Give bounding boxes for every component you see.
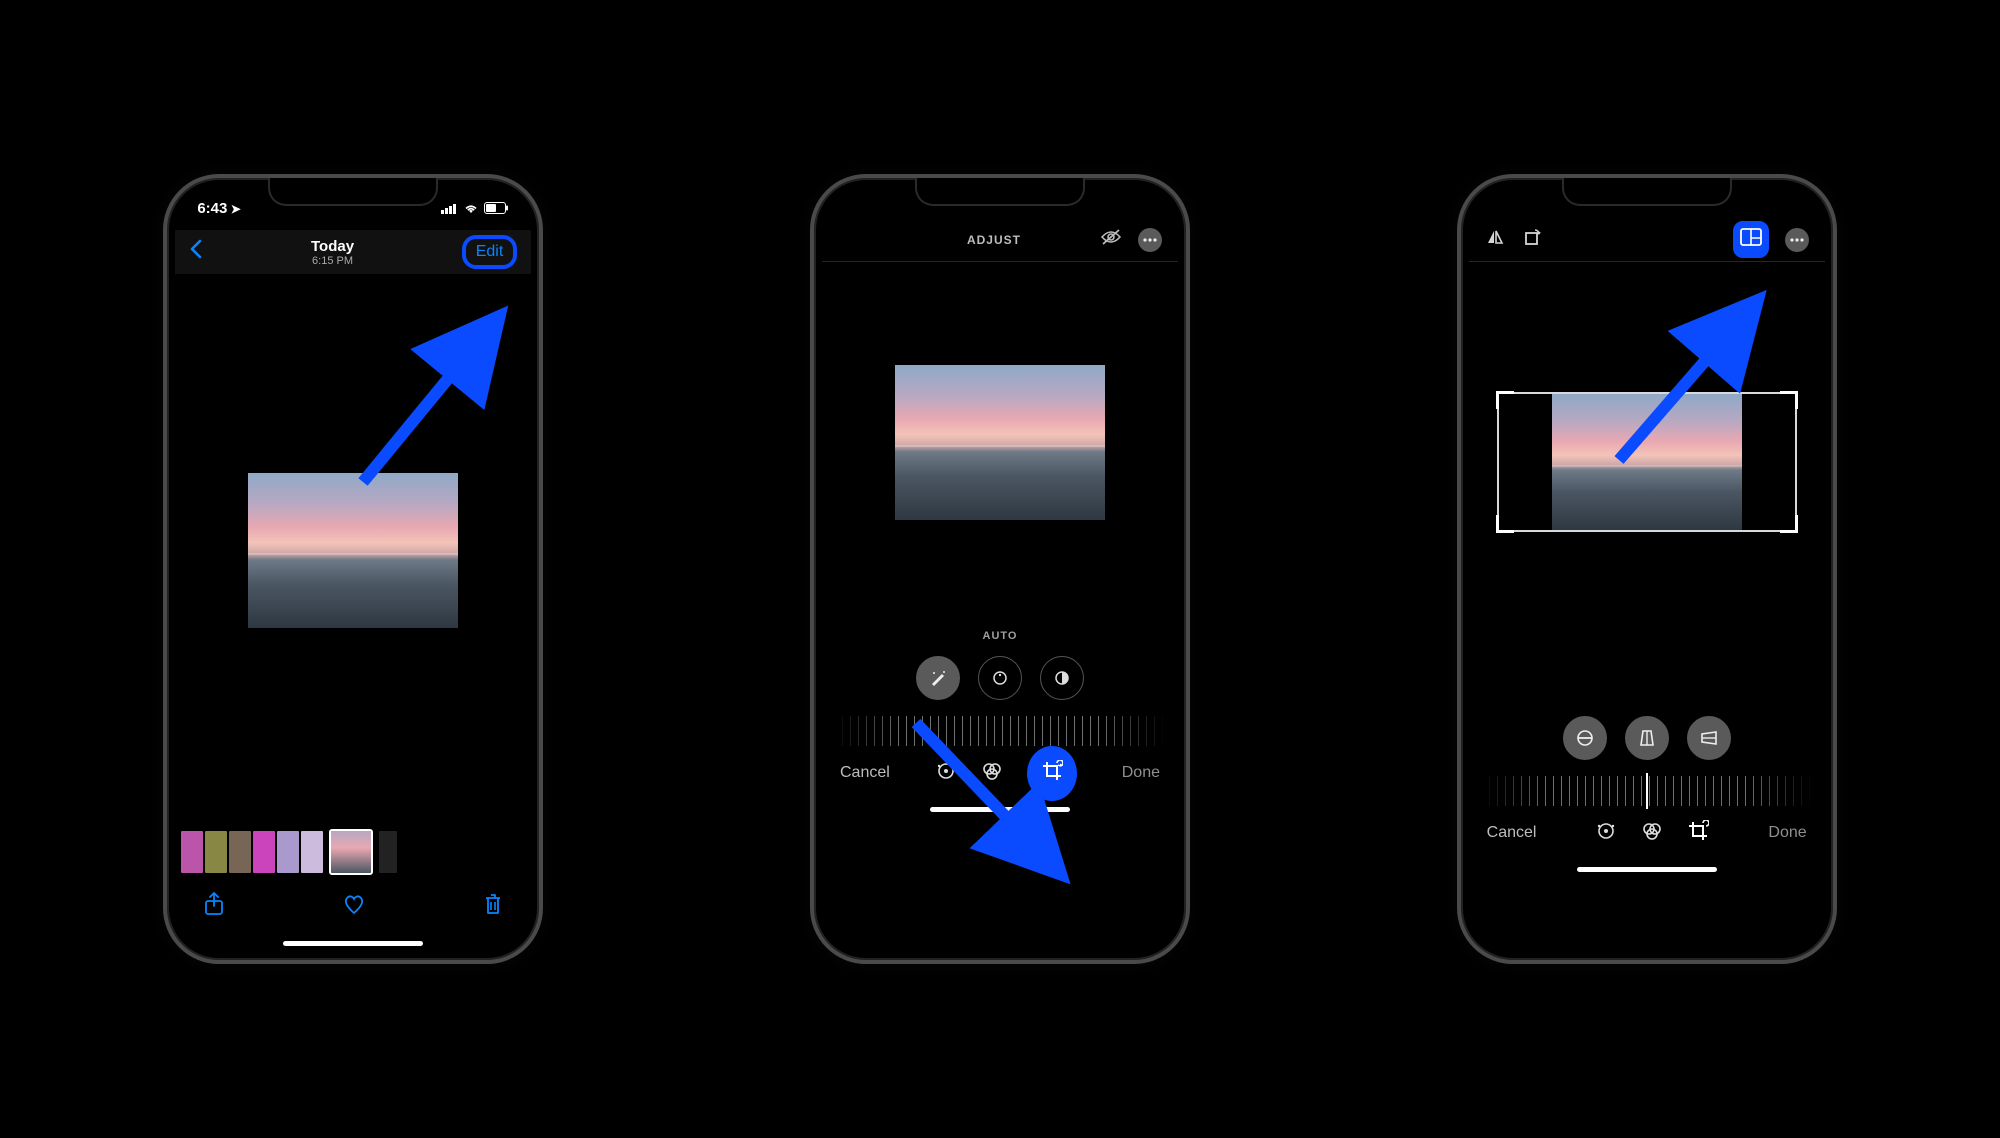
flip-icon[interactable] — [1485, 228, 1505, 251]
thumbnail[interactable] — [181, 831, 203, 873]
adjust-slider-ticks[interactable] — [834, 716, 1166, 746]
thumbnail-selected[interactable] — [331, 831, 371, 873]
status-time: 6:43 ➤ — [197, 200, 240, 217]
notch — [1562, 178, 1732, 206]
home-indicator[interactable] — [822, 800, 1178, 818]
crop-handle-tl[interactable] — [1496, 391, 1514, 409]
bottom-toolbar — [175, 878, 531, 934]
filters-tab-icon[interactable] — [981, 760, 1003, 787]
brilliance-control[interactable] — [1040, 656, 1084, 700]
auto-enhance-control[interactable] — [916, 656, 960, 700]
edit-mode-title: ADJUST — [967, 233, 1021, 247]
phone-photo-viewer: 6:43 ➤ Today 6:15 PM Edit — [163, 174, 543, 964]
thumbnail[interactable] — [253, 831, 275, 873]
photo-viewport[interactable] — [175, 274, 531, 826]
cancel-button[interactable]: Cancel — [1487, 824, 1537, 842]
sunset-photo — [248, 473, 458, 628]
thumbnail[interactable] — [205, 831, 227, 873]
edit-button[interactable]: Edit — [462, 235, 518, 269]
cancel-button[interactable]: Cancel — [840, 764, 890, 782]
adjust-label: AUTO — [822, 630, 1178, 642]
notch — [915, 178, 1085, 206]
crop-tab-icon[interactable] — [1687, 820, 1709, 847]
share-icon[interactable] — [203, 891, 225, 922]
thumbnail[interactable] — [379, 831, 397, 873]
rotate-icon[interactable] — [1521, 227, 1541, 252]
edit-top-bar: ADJUST — [822, 218, 1178, 262]
screen-edit-adjust: ADJUST AUTO — [822, 186, 1178, 952]
edit-bottom-bar: Cancel Done — [822, 746, 1178, 800]
nav-bar: Today 6:15 PM Edit — [175, 230, 531, 274]
crop-frame[interactable] — [1497, 392, 1797, 532]
screen-photo-viewer: 6:43 ➤ Today 6:15 PM Edit — [175, 186, 531, 952]
horizontal-perspective-control[interactable] — [1687, 716, 1731, 760]
home-indicator[interactable] — [1469, 860, 1825, 878]
phone-edit-adjust: ADJUST AUTO — [810, 174, 1190, 964]
crop-handle-bl[interactable] — [1496, 515, 1514, 533]
cellular-icon — [441, 203, 458, 214]
thumbnail[interactable] — [229, 831, 251, 873]
edit-top-bar — [1469, 218, 1825, 262]
done-button[interactable]: Done — [1122, 764, 1160, 782]
photo-viewport[interactable] — [822, 262, 1178, 622]
notch — [268, 178, 438, 206]
adjust-tab-icon[interactable] — [935, 760, 957, 787]
adjust-section: AUTO — [822, 622, 1178, 746]
heart-icon[interactable] — [342, 893, 366, 920]
crop-handle-tr[interactable] — [1780, 391, 1798, 409]
more-icon[interactable] — [1785, 228, 1809, 252]
nav-title-block: Today 6:15 PM — [311, 238, 354, 267]
home-indicator[interactable] — [175, 934, 531, 952]
straighten-control[interactable] — [1563, 716, 1607, 760]
slider-center-mark — [1646, 773, 1648, 809]
adjust-controls — [822, 656, 1178, 700]
exposure-control[interactable] — [978, 656, 1022, 700]
crop-tab-icon[interactable] — [1027, 746, 1077, 801]
filters-tab-icon[interactable] — [1641, 820, 1663, 847]
crop-section — [1469, 702, 1825, 806]
battery-icon — [484, 202, 509, 214]
sunset-photo — [895, 365, 1105, 520]
wifi-icon — [463, 203, 479, 214]
screen-edit-crop: Cancel Done — [1469, 186, 1825, 952]
adjust-tab-icon[interactable] — [1595, 820, 1617, 847]
phone-edit-crop: Cancel Done — [1457, 174, 1837, 964]
markup-hide-icon[interactable] — [1100, 229, 1122, 250]
more-icon[interactable] — [1138, 228, 1162, 252]
crop-controls — [1469, 716, 1825, 760]
back-button[interactable] — [189, 239, 203, 265]
thumbnail[interactable] — [301, 831, 323, 873]
location-icon: ➤ — [227, 202, 240, 216]
sunset-photo — [1552, 394, 1742, 530]
crop-handle-br[interactable] — [1780, 515, 1798, 533]
thumbnail-strip[interactable] — [175, 826, 531, 878]
vertical-perspective-control[interactable] — [1625, 716, 1669, 760]
nav-subtitle: 6:15 PM — [311, 255, 354, 267]
edit-mode-tabs — [1595, 820, 1709, 847]
done-button[interactable]: Done — [1768, 824, 1806, 842]
trash-icon[interactable] — [483, 892, 503, 921]
status-right — [441, 202, 509, 214]
aspect-ratio-icon[interactable] — [1733, 221, 1769, 258]
edit-mode-tabs — [935, 746, 1077, 801]
crop-viewport[interactable] — [1469, 262, 1825, 662]
edit-bottom-bar: Cancel Done — [1469, 806, 1825, 860]
thumbnail[interactable] — [277, 831, 299, 873]
nav-title: Today — [311, 238, 354, 255]
